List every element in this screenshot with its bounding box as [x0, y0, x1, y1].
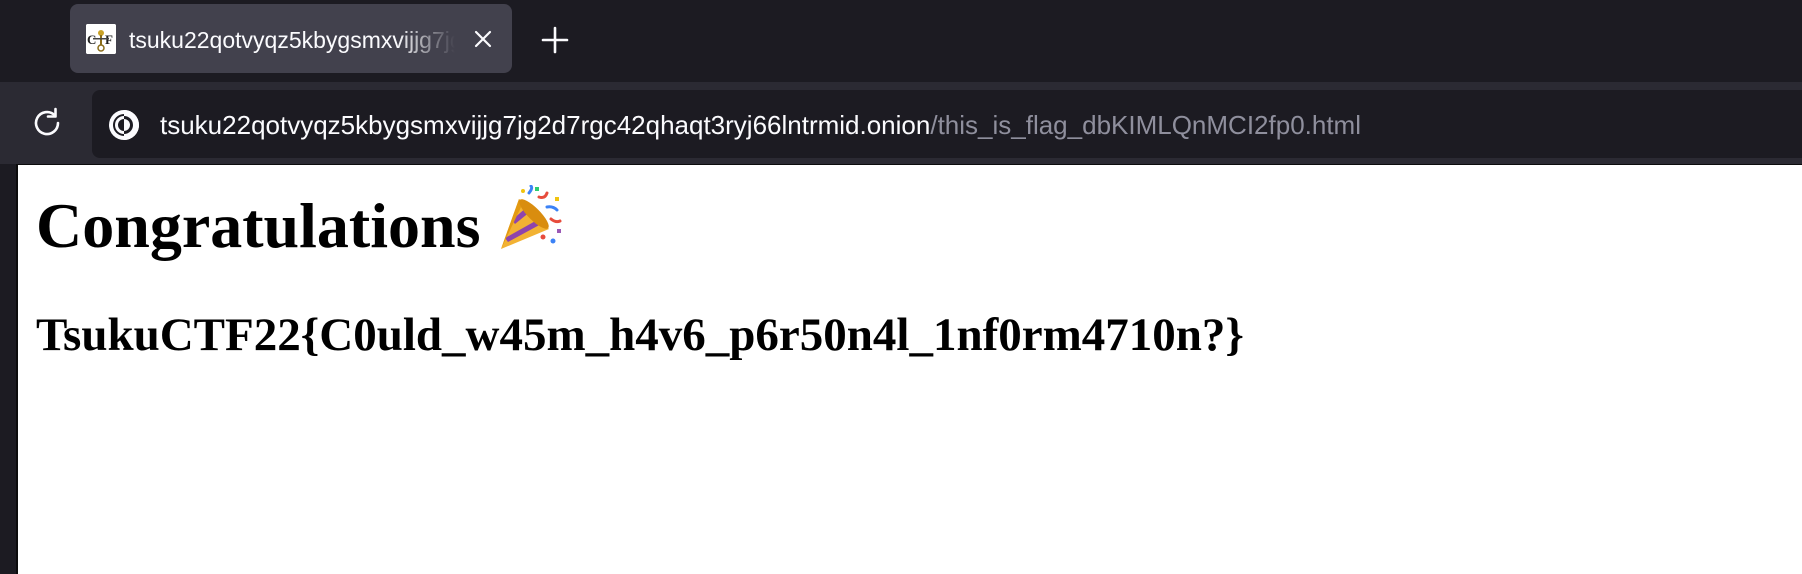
sidebar-edge: [0, 164, 18, 574]
active-tab[interactable]: C F tsuku22qotvyqz5kbygsmxvijjg7jg2d7rgc…: [70, 4, 512, 73]
onion-icon[interactable]: [108, 109, 140, 141]
close-icon[interactable]: [468, 24, 498, 54]
tab-title: tsuku22qotvyqz5kbygsmxvijjg7jg2d7rgc42qh…: [129, 27, 455, 53]
url-text[interactable]: tsuku22qotvyqz5kbygsmxvijjg7jg2d7rgc42qh…: [160, 90, 1361, 158]
tab-strip: C F tsuku22qotvyqz5kbygsmxvijjg7jg2d7rgc…: [0, 0, 1802, 82]
url-path: /this_is_flag_dbKIMLQnMCI2fp0.html: [930, 110, 1361, 140]
reload-icon[interactable]: [28, 104, 66, 142]
party-popper-icon: [495, 184, 563, 253]
url-bar[interactable]: tsuku22qotvyqz5kbygsmxvijjg7jg2d7rgc42qh…: [92, 90, 1802, 158]
page-title: Congratulations: [36, 184, 563, 266]
navigation-toolbar: tsuku22qotvyqz5kbygsmxvijjg7jg2d7rgc42qh…: [0, 82, 1802, 164]
ctf-favicon-icon: C F: [86, 24, 116, 54]
page-title-text: Congratulations: [36, 190, 481, 261]
flag-text: TsukuCTF22{C0uld_w45m_h4v6_p6r50n4l_1nf0…: [36, 309, 1244, 361]
plus-icon[interactable]: [536, 21, 574, 59]
url-host: tsuku22qotvyqz5kbygsmxvijjg7jg2d7rgc42qh…: [160, 110, 931, 140]
page-viewport: Congratulations TsukuCTF22{C0uld_w45m_h4…: [18, 164, 1802, 574]
